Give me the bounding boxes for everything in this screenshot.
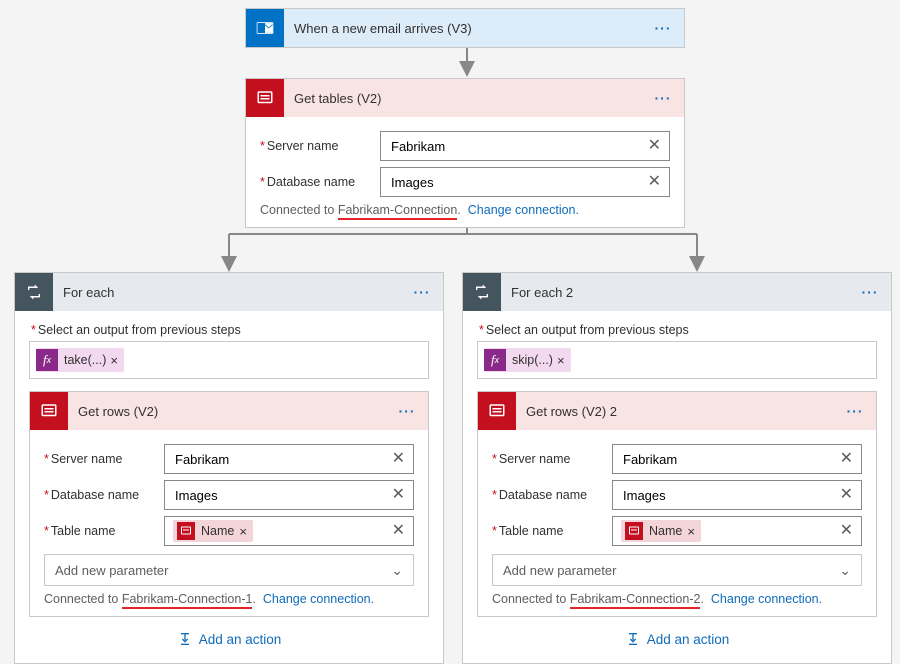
outlook-icon [246, 9, 284, 47]
get-tables-title: Get tables (V2) [294, 91, 652, 106]
get-tables-body: *Server name ✕ *Database name ✕ Connecte… [246, 117, 684, 227]
fx-icon: fx [484, 349, 506, 371]
more-menu-icon[interactable]: ··· [652, 20, 674, 36]
trigger-card[interactable]: When a new email arrives (V3) ··· [245, 8, 685, 48]
clear-icon[interactable]: ✕ [648, 174, 661, 190]
database-name-label: *Database name [44, 488, 164, 502]
connection-info: Connected to Fabrikam-Connection-1. Chan… [44, 592, 414, 606]
connection-info: Connected to Fabrikam-Connection-2. Chan… [492, 592, 862, 606]
table-name-chip[interactable]: Name× [173, 520, 253, 542]
more-menu-icon[interactable]: ··· [396, 403, 418, 419]
remove-chip-icon[interactable]: × [110, 353, 118, 368]
add-action-button[interactable]: Add an action [29, 621, 429, 653]
more-menu-icon[interactable]: ··· [844, 403, 866, 419]
table-name-label: *Table name [492, 524, 612, 538]
add-parameter-dropdown[interactable]: Add new parameter⌄ [44, 554, 414, 586]
server-name-label: *Server name [44, 452, 164, 466]
clear-icon[interactable]: ✕ [392, 523, 405, 539]
clear-icon[interactable]: ✕ [392, 451, 405, 467]
for-each-2-title: For each 2 [511, 285, 859, 300]
sql-icon [177, 522, 195, 540]
sql-icon [30, 392, 68, 430]
chevron-down-icon: ⌄ [839, 562, 851, 579]
for-each-card[interactable]: For each ··· *Select an output from prev… [14, 272, 444, 664]
add-parameter-dropdown[interactable]: Add new parameter⌄ [492, 554, 862, 586]
database-name-input[interactable]: ✕ [164, 480, 414, 510]
sql-icon [625, 522, 643, 540]
get-rows-header[interactable]: Get rows (V2) ··· [30, 392, 428, 430]
change-connection-link[interactable]: Change connection. [468, 203, 579, 217]
for-each-header[interactable]: For each ··· [15, 273, 443, 311]
connection-name: Fabrikam-Connection-1 [122, 592, 253, 609]
server-name-input[interactable]: ✕ [380, 131, 670, 161]
database-name-label: *Database name [260, 175, 380, 189]
remove-chip-icon[interactable]: × [687, 524, 695, 539]
output-select-input[interactable]: fx take(...)× [29, 341, 429, 379]
server-name-label: *Server name [492, 452, 612, 466]
connection-info: Connected to Fabrikam-Connection. Change… [260, 203, 670, 217]
add-action-button[interactable]: Add an action [477, 621, 877, 653]
trigger-title: When a new email arrives (V3) [294, 21, 652, 36]
table-name-input[interactable]: Name× ✕ [612, 516, 862, 546]
get-rows-2-header[interactable]: Get rows (V2) 2 ··· [478, 392, 876, 430]
database-name-input[interactable]: ✕ [612, 480, 862, 510]
database-name-input[interactable]: ✕ [380, 167, 670, 197]
add-action-icon [177, 631, 193, 647]
for-each-2-card[interactable]: For each 2 ··· *Select an output from pr… [462, 272, 892, 664]
get-rows-2-card[interactable]: Get rows (V2) 2 ··· *Server name ✕ *Data… [477, 391, 877, 617]
clear-icon[interactable]: ✕ [840, 487, 853, 503]
get-rows-title: Get rows (V2) [78, 404, 396, 419]
for-each-2-header[interactable]: For each 2 ··· [463, 273, 891, 311]
get-rows-2-title: Get rows (V2) 2 [526, 404, 844, 419]
server-name-input[interactable]: ✕ [164, 444, 414, 474]
trigger-header[interactable]: When a new email arrives (V3) ··· [246, 9, 684, 47]
table-name-input[interactable]: Name× ✕ [164, 516, 414, 546]
server-name-label: *Server name [260, 139, 380, 153]
sql-icon [478, 392, 516, 430]
fx-expression-chip[interactable]: fx take(...)× [36, 348, 124, 372]
flow-canvas: When a new email arrives (V3) ··· Get ta… [0, 0, 900, 650]
add-action-icon [625, 631, 641, 647]
remove-chip-icon[interactable]: × [239, 524, 247, 539]
more-menu-icon[interactable]: ··· [859, 284, 881, 300]
get-rows-card[interactable]: Get rows (V2) ··· *Server name ✕ *Databa… [29, 391, 429, 617]
table-name-label: *Table name [44, 524, 164, 538]
remove-chip-icon[interactable]: × [557, 353, 565, 368]
clear-icon[interactable]: ✕ [840, 523, 853, 539]
for-each-title: For each [63, 285, 411, 300]
output-select-input[interactable]: fx skip(...)× [477, 341, 877, 379]
connector-arrow [462, 47, 472, 77]
clear-icon[interactable]: ✕ [648, 138, 661, 154]
get-tables-header[interactable]: Get tables (V2) ··· [246, 79, 684, 117]
fx-expression-chip[interactable]: fx skip(...)× [484, 348, 571, 372]
more-menu-icon[interactable]: ··· [411, 284, 433, 300]
sql-icon [246, 79, 284, 117]
connection-name: Fabrikam-Connection-2 [570, 592, 701, 609]
table-name-chip[interactable]: Name× [621, 520, 701, 542]
clear-icon[interactable]: ✕ [392, 487, 405, 503]
server-name-input[interactable]: ✕ [612, 444, 862, 474]
loop-icon [15, 273, 53, 311]
clear-icon[interactable]: ✕ [840, 451, 853, 467]
output-select-label: *Select an output from previous steps [31, 323, 429, 337]
more-menu-icon[interactable]: ··· [652, 90, 674, 106]
change-connection-link[interactable]: Change connection. [263, 592, 374, 606]
chevron-down-icon: ⌄ [391, 562, 403, 579]
connection-name: Fabrikam-Connection [338, 203, 458, 220]
loop-icon [463, 273, 501, 311]
output-select-label: *Select an output from previous steps [479, 323, 877, 337]
fx-icon: fx [36, 349, 58, 371]
database-name-label: *Database name [492, 488, 612, 502]
change-connection-link[interactable]: Change connection. [711, 592, 822, 606]
get-tables-card[interactable]: Get tables (V2) ··· *Server name ✕ *Data… [245, 78, 685, 228]
